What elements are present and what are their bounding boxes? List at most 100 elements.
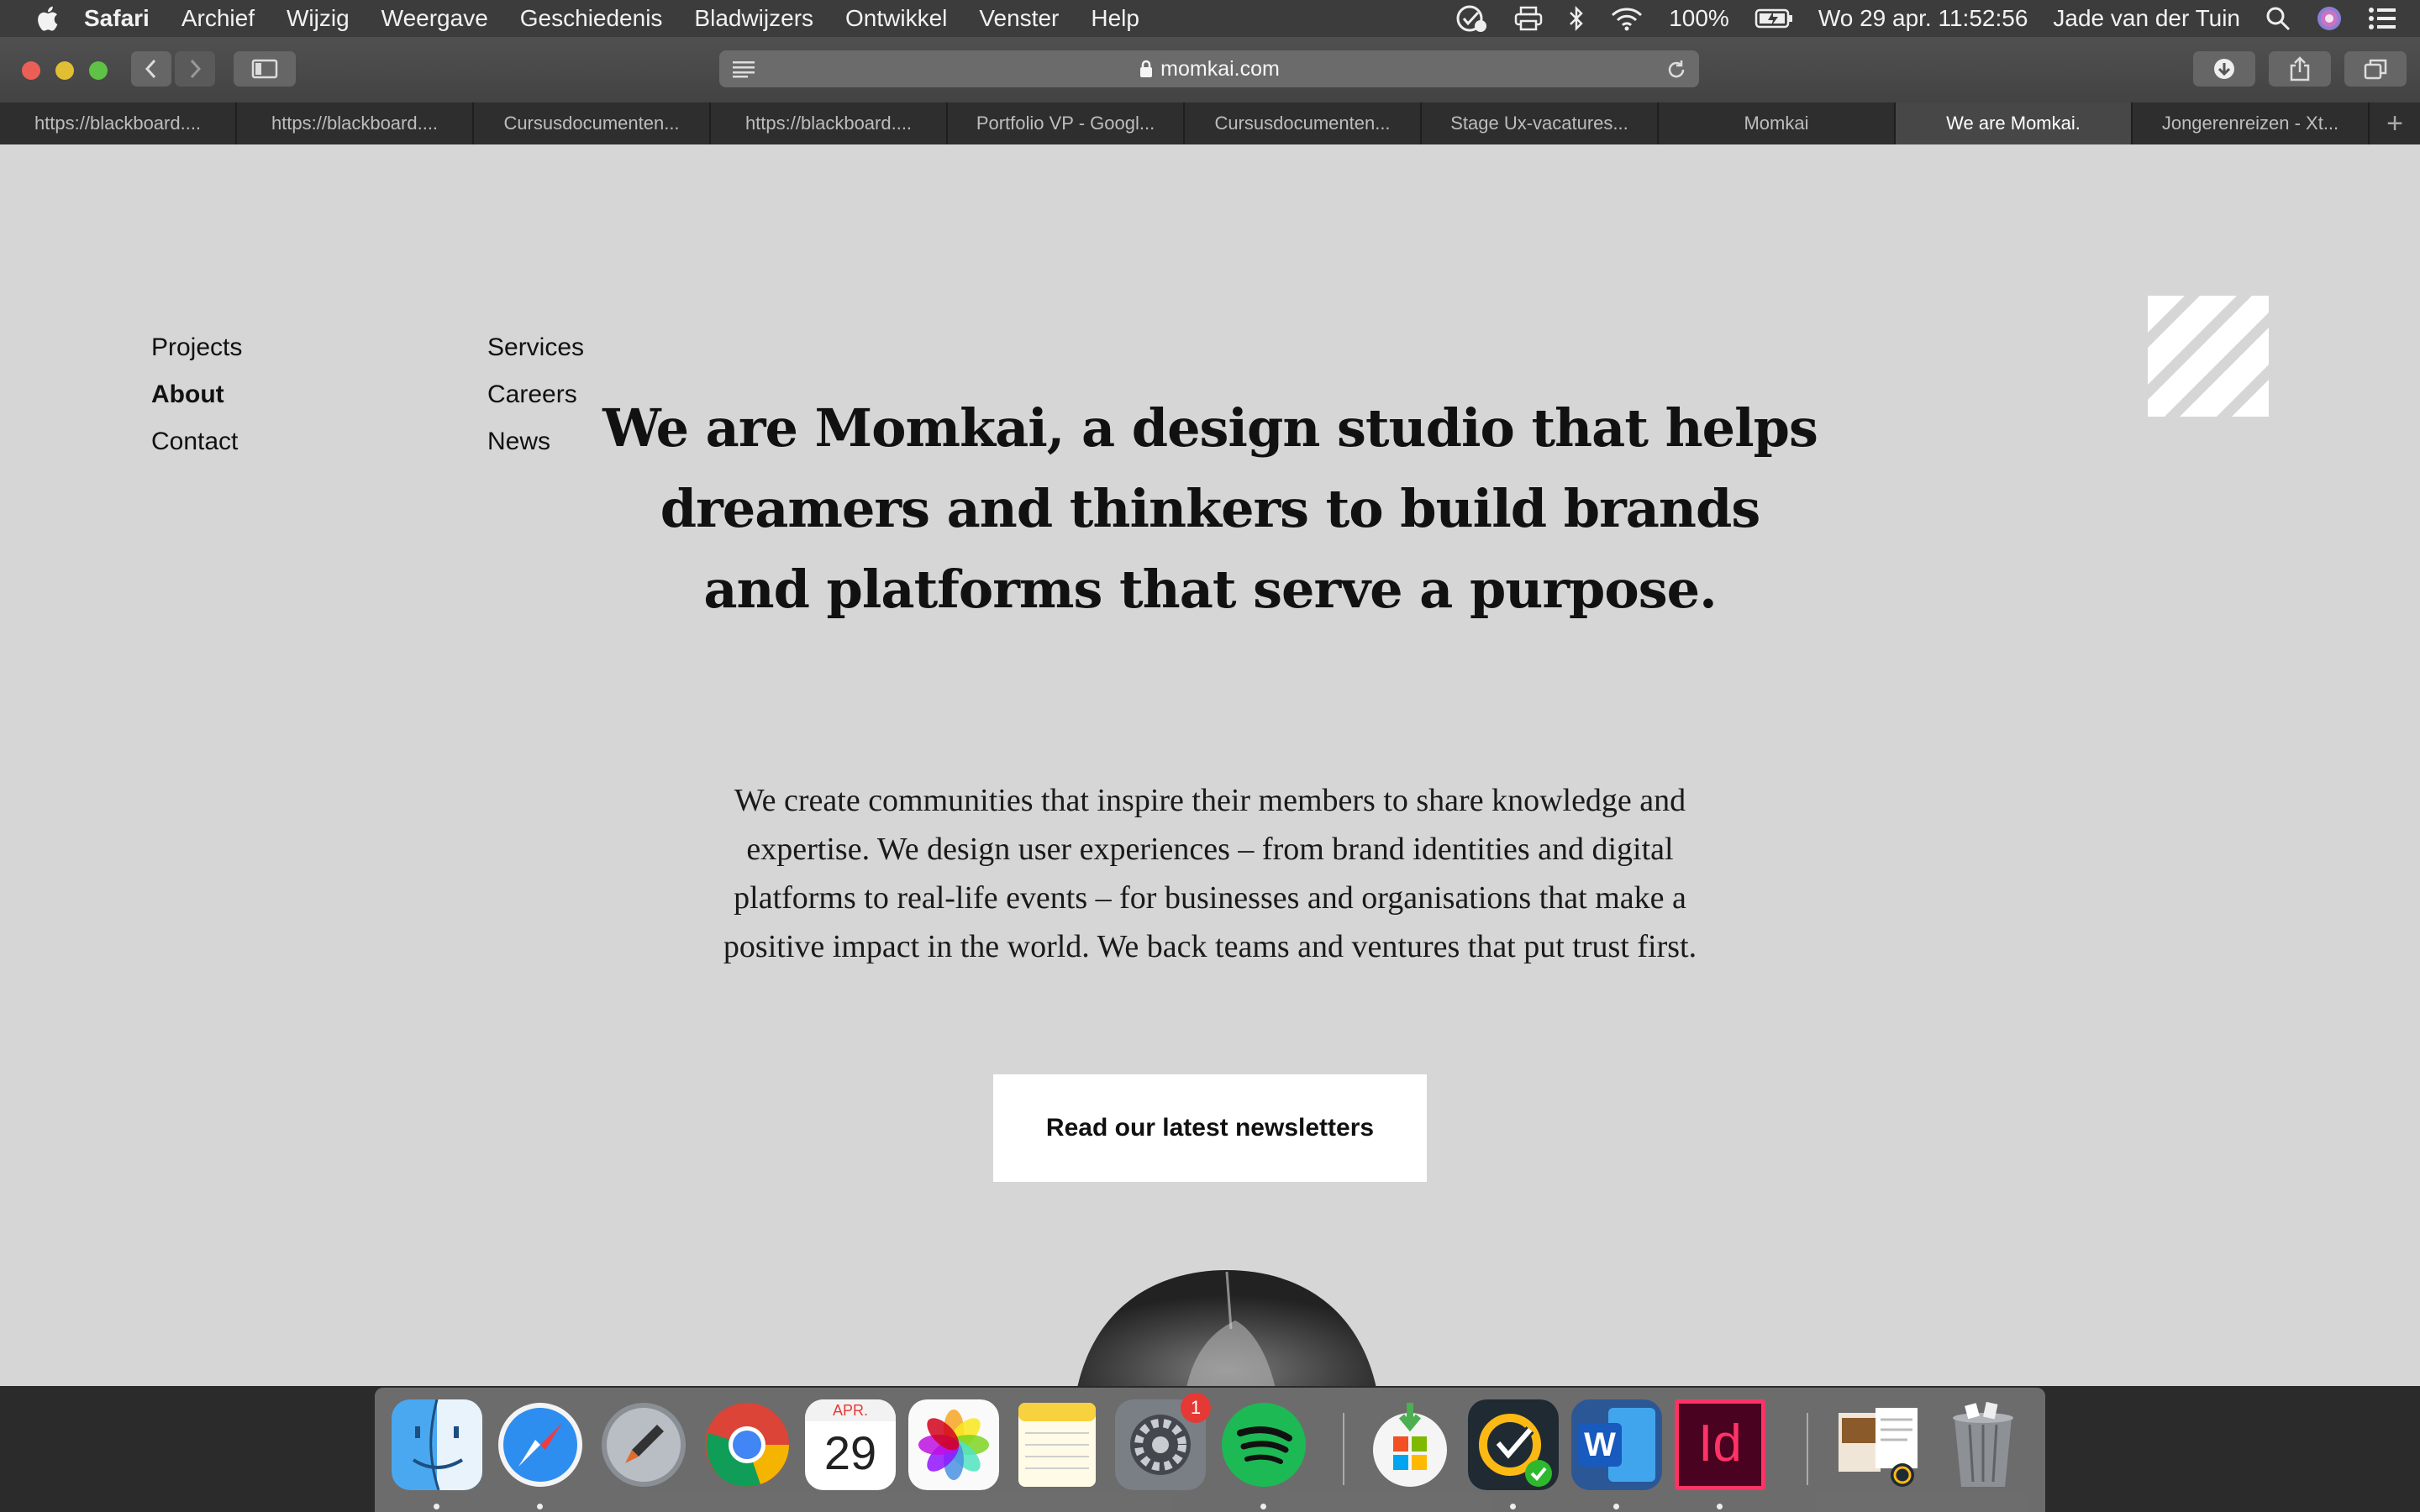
page-headline: We are Momkai, a design studio that help… <box>555 388 1865 630</box>
launchpad-icon[interactable] <box>598 1399 689 1490</box>
portrait-photo <box>1077 1270 1376 1386</box>
browser-tab-active[interactable]: We are Momkai. <box>1896 102 2133 144</box>
menu-archief[interactable]: Archief <box>182 5 255 32</box>
web-page: Projects About Contact Services Careers … <box>0 144 2420 1386</box>
download-icon <box>2214 59 2234 79</box>
browser-tab[interactable]: Portfolio VP - Googl... <box>948 102 1185 144</box>
menu-bar: Safari Archief Wijzig Weergave Geschiede… <box>0 0 2420 37</box>
notification-badge: 1 <box>1181 1393 1211 1423</box>
chrome-icon[interactable] <box>702 1399 792 1490</box>
norton-icon[interactable] <box>1468 1399 1559 1490</box>
browser-tab[interactable]: Cursusdocumenten... <box>474 102 711 144</box>
sidebar-icon <box>251 59 278 79</box>
browser-tab[interactable]: Jongerenreizen - Xt... <box>2133 102 2370 144</box>
browser-toolbar: momkai.com <box>0 37 2420 103</box>
intro-line: platforms to real-life events – for busi… <box>734 880 1686 916</box>
browser-tab[interactable]: https://blackboard.... <box>0 102 237 144</box>
running-indicator <box>1510 1504 1516 1509</box>
nav-column-primary: Projects About Contact <box>151 324 242 465</box>
new-tab-button[interactable]: + <box>2370 102 2420 144</box>
nav-link-about[interactable]: About <box>151 371 242 418</box>
back-button[interactable] <box>131 51 171 87</box>
headline-line: We are Momkai, a design studio that help… <box>602 397 1818 459</box>
downloads-button[interactable] <box>2193 51 2255 87</box>
battery-percentage: 100% <box>1669 5 1729 31</box>
intro-line: positive impact in the world. We back te… <box>723 929 1697 964</box>
menu-app-name[interactable]: Safari <box>84 5 150 32</box>
tab-bar: https://blackboard.... https://blackboar… <box>0 102 2420 144</box>
intro-line: We create communities that inspire their… <box>734 783 1686 818</box>
siri-icon[interactable] <box>2316 5 2343 32</box>
bluetooth-icon[interactable] <box>1568 5 1585 32</box>
safari-window: momkai.com https://blackboard.... https:… <box>0 37 2420 1386</box>
menu-geschiedenis[interactable]: Geschiedenis <box>520 5 663 32</box>
photos-icon[interactable] <box>908 1399 999 1490</box>
lock-icon <box>1140 60 1153 77</box>
norton-status-icon[interactable] <box>1455 4 1489 33</box>
notification-center-icon[interactable] <box>2368 7 2396 30</box>
safari-icon[interactable] <box>495 1399 586 1490</box>
zoom-window-button[interactable] <box>89 61 108 80</box>
indesign-icon[interactable]: Id <box>1675 1399 1765 1490</box>
newsletters-button[interactable]: Read our latest newsletters <box>993 1074 1427 1182</box>
calendar-day: 29 <box>823 1426 877 1479</box>
word-letter: W <box>1578 1423 1622 1467</box>
nav-link-contact[interactable]: Contact <box>151 418 242 465</box>
browser-tab[interactable]: Momkai <box>1659 102 1896 144</box>
tabs-icon <box>2364 59 2387 80</box>
printer-icon[interactable] <box>1514 6 1543 31</box>
user-name[interactable]: Jade van der Tuin <box>2053 5 2240 32</box>
running-indicator <box>1717 1504 1723 1509</box>
url-text: momkai.com <box>1160 56 1280 81</box>
clock[interactable]: Wo 29 apr. 11:52:56 <box>1818 5 2028 32</box>
running-indicator <box>1613 1504 1619 1509</box>
sidebar-toggle-button[interactable] <box>234 51 296 87</box>
spotlight-search-icon[interactable] <box>2265 6 2291 31</box>
reader-view-icon[interactable] <box>731 60 756 78</box>
momkai-logo[interactable] <box>2148 296 2269 417</box>
share-button[interactable] <box>2269 51 2331 87</box>
dock-separator <box>1343 1413 1344 1485</box>
running-indicator <box>434 1504 439 1509</box>
menu-weergave[interactable]: Weergave <box>381 5 488 32</box>
calendar-month: APR. <box>805 1399 896 1421</box>
trash-icon[interactable] <box>1938 1399 2028 1490</box>
dock-separator <box>1807 1413 1808 1485</box>
spotify-icon[interactable] <box>1218 1399 1309 1490</box>
battery-icon[interactable] <box>1754 8 1793 29</box>
running-indicator <box>1260 1504 1266 1509</box>
chevron-left-icon <box>145 59 156 79</box>
documents-stack-icon[interactable] <box>1832 1399 1923 1490</box>
reload-icon[interactable] <box>1665 59 1687 81</box>
dock: APR. 29 1 W Id <box>375 1388 2045 1512</box>
headline-line: and platforms that serve a purpose. <box>703 559 1717 620</box>
share-icon <box>2290 56 2310 81</box>
menu-wijzig[interactable]: Wijzig <box>287 5 350 32</box>
finder-icon[interactable] <box>392 1399 482 1490</box>
address-bar[interactable]: momkai.com <box>719 50 1699 87</box>
minimize-window-button[interactable] <box>55 61 74 80</box>
wifi-icon[interactable] <box>1610 6 1644 31</box>
chevron-right-icon <box>190 59 202 79</box>
browser-tab[interactable]: https://blackboard.... <box>237 102 474 144</box>
menu-help[interactable]: Help <box>1091 5 1139 32</box>
word-icon[interactable]: W <box>1571 1399 1662 1490</box>
browser-tab[interactable]: Stage Ux-vacatures... <box>1422 102 1659 144</box>
browser-tab[interactable]: https://blackboard.... <box>711 102 948 144</box>
nav-link-services[interactable]: Services <box>487 324 584 371</box>
menu-venster[interactable]: Venster <box>979 5 1059 32</box>
notes-icon[interactable] <box>1012 1399 1102 1490</box>
menu-extras: 100% Wo 29 apr. 11:52:56 Jade van der Tu… <box>1455 0 2396 37</box>
browser-tab[interactable]: Cursusdocumenten... <box>1185 102 1422 144</box>
microsoft-store-icon[interactable] <box>1365 1399 1455 1490</box>
forward-button[interactable] <box>175 51 215 87</box>
headline-line: dreamers and thinkers to build brands <box>660 478 1761 539</box>
intro-line: expertise. We design user experiences – … <box>746 832 1674 867</box>
nav-link-projects[interactable]: Projects <box>151 324 242 371</box>
menu-bladwijzers[interactable]: Bladwijzers <box>694 5 813 32</box>
menu-ontwikkel[interactable]: Ontwikkel <box>845 5 947 32</box>
close-window-button[interactable] <box>22 61 40 80</box>
calendar-icon[interactable]: APR. 29 <box>805 1399 896 1490</box>
apple-icon[interactable] <box>34 3 64 34</box>
tab-overview-button[interactable] <box>2344 51 2407 87</box>
